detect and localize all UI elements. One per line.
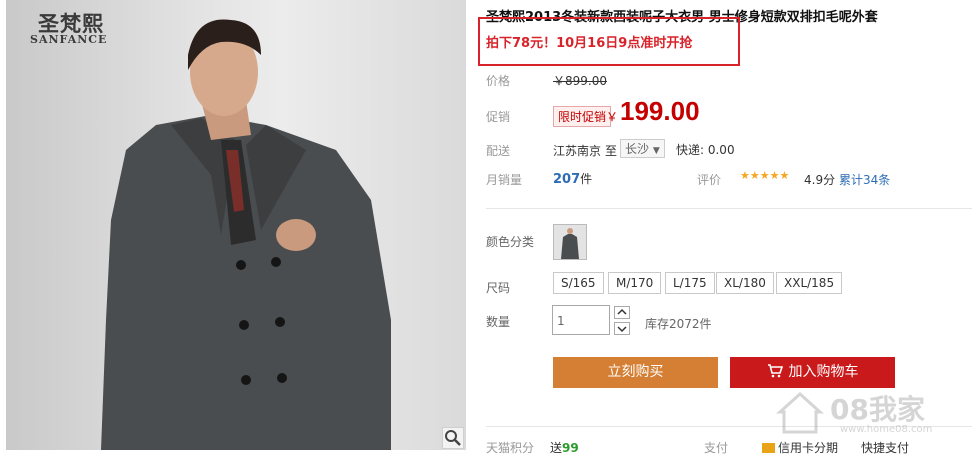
coat-thumbnail-icon (554, 225, 586, 259)
quantity-label: 数量 (486, 315, 511, 329)
quantity-input[interactable]: 1 (552, 305, 610, 335)
points-value-wrap: 送99 (550, 439, 579, 456)
chevron-down-icon: ▼ (652, 146, 660, 156)
promo-tag: 限时促销 (553, 106, 612, 127)
points-label: 天猫积分 (486, 441, 535, 455)
zoom-button[interactable] (442, 427, 464, 449)
ship-from: 江苏南京 (553, 144, 602, 158)
rating-score: 4.9分 (804, 173, 836, 187)
watermark-url: www.home08.com (840, 424, 933, 435)
color-swatch[interactable] (553, 224, 587, 260)
magnifier-icon (445, 430, 461, 446)
sales-label: 月销量 (486, 173, 523, 187)
sales-count-wrap: 207件 (553, 170, 592, 187)
sales-unit: 件 (580, 172, 593, 186)
promo-text: 拍下78元！10月16日9点准时开抢 (486, 36, 693, 51)
credit-installment-label: 信用卡分期 (778, 441, 839, 455)
original-price: ￥899.00 (553, 74, 607, 88)
sale-price: 199.00 (620, 96, 700, 126)
color-label: 颜色分类 (486, 235, 535, 249)
watermark-text: 08我家 (830, 393, 925, 426)
points-prefix: 送 (550, 441, 563, 455)
size-option[interactable]: XL/180 (716, 272, 774, 294)
chevron-up-icon (617, 308, 627, 315)
currency-symbol: ￥ (606, 110, 619, 124)
site-watermark: 08我家 www.home08.com (770, 382, 970, 442)
brand-logo-en: SANFANCE (30, 33, 108, 46)
cart-icon (767, 364, 783, 378)
divider (486, 208, 972, 209)
size-option[interactable]: XXL/185 (776, 272, 843, 294)
rating-label: 评价 (697, 173, 722, 187)
payment-label: 支付 (704, 441, 729, 455)
model-illustration (101, 19, 391, 450)
destination-value: 长沙 (625, 142, 650, 156)
delivery-label: 配送 (486, 144, 511, 158)
credit-card-icon (762, 443, 775, 453)
price-label: 价格 (486, 74, 511, 88)
size-option[interactable]: M/170 (608, 272, 662, 294)
destination-select[interactable]: 长沙 ▼ (620, 139, 665, 158)
quantity-increment-button[interactable] (614, 306, 630, 319)
chevron-down-icon (617, 326, 627, 333)
shipping-fee: 快递: 0.00 (676, 143, 735, 157)
size-option[interactable]: L/175 (665, 272, 715, 294)
review-count-link[interactable]: 累计34条 (839, 171, 890, 188)
size-option[interactable]: S/165 (553, 272, 604, 294)
ship-to-word: 至 (605, 144, 618, 158)
buy-now-button[interactable]: 立刻购买 (553, 357, 718, 388)
rating-stars-icon: ★★★★★ (740, 169, 790, 182)
product-image[interactable]: 圣梵熙 SANFANCE (6, 0, 466, 450)
size-label: 尺码 (486, 281, 511, 295)
stock-count: 库存2072件 (645, 317, 712, 331)
promo-label: 促销 (486, 110, 511, 124)
points-value: 99 (562, 441, 579, 455)
sales-count: 207 (553, 172, 581, 187)
add-to-cart-label: 加入购物车 (788, 364, 859, 380)
quantity-decrement-button[interactable] (614, 322, 630, 335)
